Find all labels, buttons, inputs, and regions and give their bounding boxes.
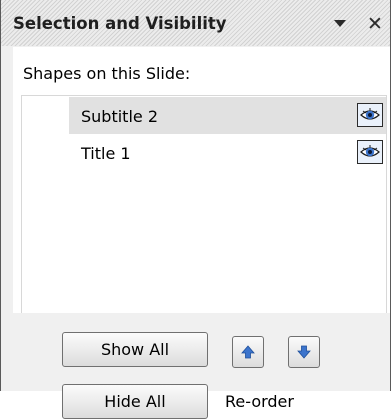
- shapes-section-label: Shapes on this Slide:: [23, 64, 191, 83]
- list-item[interactable]: Subtitle 2: [69, 97, 386, 134]
- send-backward-button[interactable]: [288, 336, 320, 368]
- show-all-button[interactable]: Show All: [62, 332, 208, 367]
- visibility-toggle-button[interactable]: [357, 140, 383, 164]
- shapes-list[interactable]: Subtitle 2 Title 1: [21, 95, 387, 315]
- close-icon[interactable]: ✕: [367, 13, 389, 35]
- pane-title: Selection and Visibility: [13, 14, 227, 33]
- shape-name: Subtitle 2: [81, 107, 158, 126]
- hide-all-button[interactable]: Hide All: [62, 384, 208, 419]
- reorder-label: Re-order: [225, 392, 294, 411]
- eye-icon: [360, 108, 380, 120]
- arrow-up-icon: [241, 345, 255, 359]
- pane-content: Shapes on this Slide: Subtitle 2 Title 1: [13, 47, 390, 419]
- bring-forward-button[interactable]: [232, 336, 264, 368]
- pane-title-bar[interactable]: Selection and Visibility ✕: [1, 0, 390, 46]
- pane-command-area: Show All Hide All Re-order: [13, 313, 390, 419]
- task-pane-options-icon[interactable]: [334, 20, 346, 27]
- eye-icon: [360, 145, 380, 157]
- shape-name: Title 1: [81, 144, 131, 163]
- arrow-down-icon: [297, 345, 311, 359]
- selection-pane: Selection and Visibility ✕ Shapes on thi…: [0, 0, 391, 419]
- visibility-toggle-button[interactable]: [357, 103, 383, 127]
- list-item[interactable]: Title 1: [69, 134, 386, 171]
